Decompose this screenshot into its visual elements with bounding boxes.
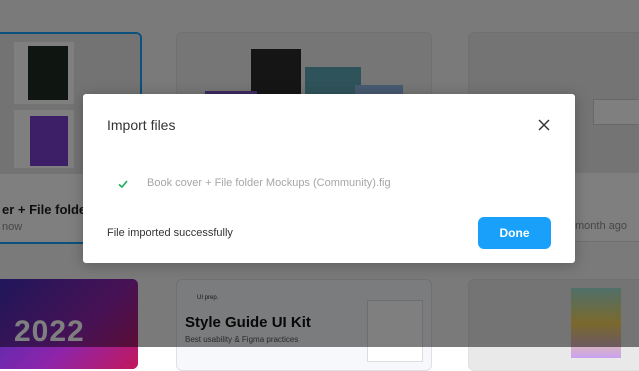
import-status-text: File imported successfully: [107, 227, 233, 239]
done-button[interactable]: Done: [478, 217, 551, 249]
imported-file-name: Book cover + File folder Mockups (Commun…: [147, 177, 391, 189]
import-files-dialog: Import files Book cover + File folder Mo…: [83, 94, 575, 263]
check-icon: [117, 177, 129, 189]
close-icon[interactable]: [535, 116, 553, 134]
dialog-title: Import files: [107, 117, 176, 133]
